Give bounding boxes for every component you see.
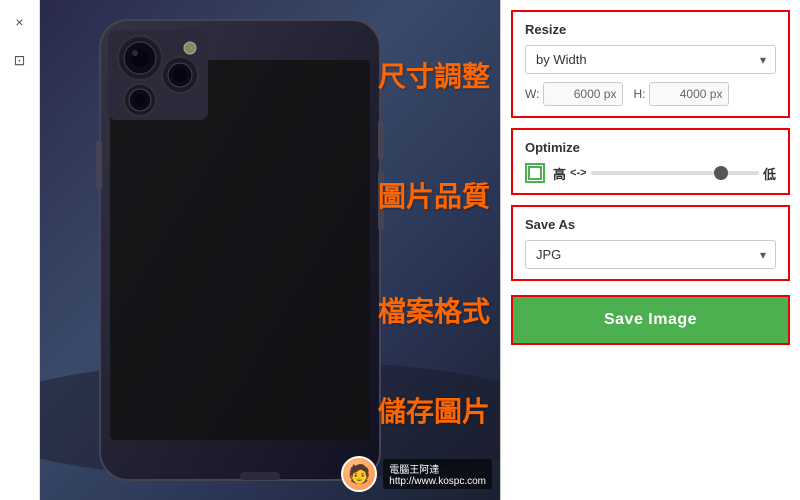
quality-checkbox[interactable]	[525, 163, 545, 183]
watermark-text: 電腦王阿達 http://www.kospc.com	[383, 459, 492, 489]
height-label: H:	[633, 87, 645, 101]
quality-high-label: 高	[553, 164, 566, 183]
format-select-wrapper: JPG PNG WEBP GIF ▾	[525, 240, 776, 269]
height-field: H:	[633, 82, 729, 106]
quality-slider[interactable]	[591, 171, 759, 175]
watermark-avatar: 🧑	[341, 456, 377, 492]
optimize-row: 高 <-> 低	[525, 163, 776, 183]
height-input[interactable]	[649, 82, 729, 106]
resize-section: Resize by Width by Height by Percentage …	[511, 10, 790, 118]
right-panel: Resize by Width by Height by Percentage …	[500, 0, 800, 500]
optimize-section: Optimize 高 <-> 低	[511, 128, 790, 195]
image-container: 尺寸調整 圖片品質 檔案格式 儲存圖片	[40, 0, 500, 500]
resize-method-select[interactable]: by Width by Height by Percentage Custom	[525, 45, 776, 74]
quality-sep: <->	[570, 167, 587, 179]
width-input[interactable]	[543, 82, 623, 106]
left-panel: × ⊡	[0, 0, 500, 500]
label-resize: 尺寸調整	[378, 55, 490, 95]
width-field: W:	[525, 82, 623, 106]
format-select[interactable]: JPG PNG WEBP GIF	[525, 240, 776, 269]
label-format: 檔案格式	[378, 290, 490, 330]
watermark: 🧑 電腦王阿達 http://www.kospc.com	[341, 456, 492, 492]
save-as-section: Save As JPG PNG WEBP GIF ▾	[511, 205, 790, 281]
toolbar: × ⊡	[0, 0, 40, 500]
resize-method-wrapper: by Width by Height by Percentage Custom …	[525, 45, 776, 74]
quality-slider-container: 高 <-> 低	[553, 164, 776, 183]
save-as-title: Save As	[525, 217, 776, 232]
label-quality: 圖片品質	[378, 175, 490, 215]
save-image-button[interactable]: Save Image	[511, 295, 790, 345]
dimension-row: W: H:	[525, 82, 776, 106]
resize-title: Resize	[525, 22, 776, 37]
optimize-title: Optimize	[525, 140, 776, 155]
label-save: 儲存圖片	[378, 390, 490, 430]
crop-icon[interactable]: ⊡	[6, 46, 34, 74]
main-layout: × ⊡	[0, 0, 800, 500]
width-label: W:	[525, 87, 539, 101]
close-icon[interactable]: ×	[6, 8, 34, 36]
quality-low-label: 低	[763, 164, 776, 183]
